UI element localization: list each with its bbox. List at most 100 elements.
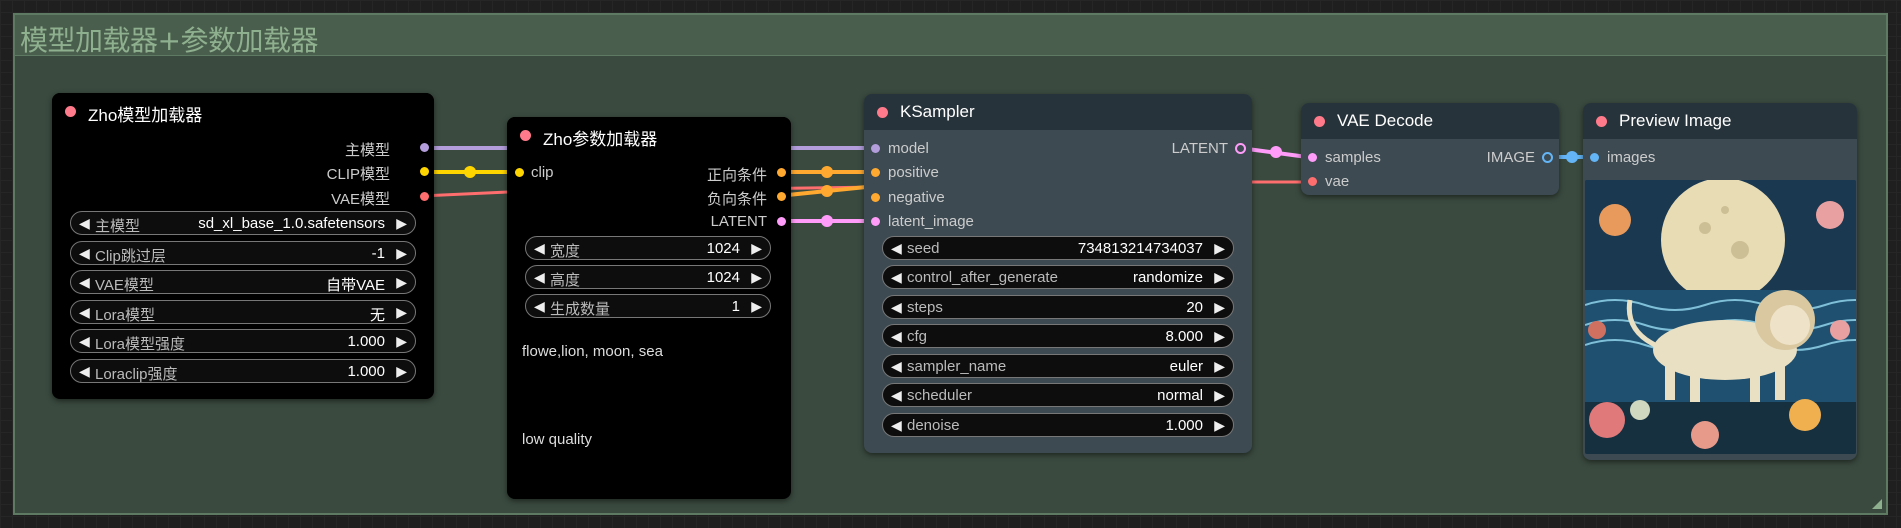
increment-arrow-icon[interactable]: ▶	[396, 304, 407, 321]
increment-arrow-icon[interactable]: ▶	[396, 333, 407, 350]
group-title: 模型加载器+参数加载器	[20, 24, 318, 57]
output-slot-latent[interactable]	[1235, 143, 1246, 154]
decrement-arrow-icon[interactable]: ◀	[534, 240, 545, 257]
param-loader-node[interactable]: Zho参数加载器 clip 正向条件 负向条件 LATENT ◀ 宽度 1024…	[507, 117, 791, 499]
input-slot-samples[interactable]	[1308, 153, 1317, 162]
node-title: Preview Image	[1619, 111, 1732, 130]
param-loader-title-bar[interactable]: Zho参数加载器	[507, 117, 791, 153]
input-slot-images[interactable]	[1590, 153, 1599, 162]
decrement-arrow-icon[interactable]: ◀	[79, 363, 90, 380]
decrement-arrow-icon[interactable]: ◀	[891, 387, 902, 404]
output-label-vae: VAE模型	[331, 191, 390, 208]
group-title-bar[interactable]: 模型加载器+参数加载器	[15, 15, 1886, 57]
widget-vae-model[interactable]: ◀ VAE模型 自带VAE ▶	[70, 270, 416, 294]
widget-label: VAE模型	[95, 277, 154, 294]
widget-value: 无	[369, 307, 385, 324]
collapse-dot-icon[interactable]	[877, 107, 888, 118]
decrement-arrow-icon[interactable]: ◀	[891, 358, 902, 375]
widget-label: sampler_name	[907, 358, 1007, 375]
increment-arrow-icon[interactable]: ▶	[1214, 328, 1225, 345]
increment-arrow-icon[interactable]: ▶	[751, 269, 762, 286]
collapse-dot-icon[interactable]	[1596, 116, 1607, 127]
increment-arrow-icon[interactable]: ▶	[396, 274, 407, 291]
output-slot-model[interactable]	[420, 143, 429, 152]
widget-sampler-name[interactable]: ◀ sampler_name euler ▶	[882, 354, 1234, 378]
widget-main-model[interactable]: ◀ 主模型 sd_xl_base_1.0.safetensors ▶	[70, 211, 416, 235]
collapse-dot-icon[interactable]	[1314, 116, 1325, 127]
negative-prompt-textarea[interactable]: low quality	[522, 431, 592, 448]
node-title: VAE Decode	[1337, 111, 1434, 130]
decrement-arrow-icon[interactable]: ◀	[79, 215, 90, 232]
decrement-arrow-icon[interactable]: ◀	[79, 333, 90, 350]
preview-image[interactable]	[1585, 180, 1856, 454]
output-slot-image[interactable]	[1542, 152, 1553, 163]
output-slot-clip[interactable]	[420, 167, 429, 176]
increment-arrow-icon[interactable]: ▶	[1214, 299, 1225, 316]
increment-arrow-icon[interactable]: ▶	[751, 298, 762, 315]
decrement-arrow-icon[interactable]: ◀	[891, 269, 902, 286]
decrement-arrow-icon[interactable]: ◀	[79, 274, 90, 291]
increment-arrow-icon[interactable]: ▶	[396, 215, 407, 232]
output-label-latent: LATENT	[1171, 140, 1228, 157]
decrement-arrow-icon[interactable]: ◀	[534, 298, 545, 315]
group-resize-handle[interactable]	[1872, 499, 1882, 509]
widget-width[interactable]: ◀ 宽度 1024 ▶	[525, 236, 771, 260]
decrement-arrow-icon[interactable]: ◀	[891, 240, 902, 257]
output-label-image: IMAGE	[1486, 149, 1535, 166]
input-slot-negative[interactable]	[871, 193, 880, 202]
widget-lora-model-strength[interactable]: ◀ Lora模型强度 1.000 ▶	[70, 329, 416, 353]
increment-arrow-icon[interactable]: ▶	[1214, 269, 1225, 286]
model-loader-node[interactable]: Zho模型加载器 主模型 CLIP模型 VAE模型 ◀ 主模型 sd_xl_ba…	[52, 93, 434, 399]
preview-image-title-bar[interactable]: Preview Image	[1583, 103, 1857, 139]
model-loader-title-bar[interactable]: Zho模型加载器	[52, 93, 434, 129]
input-label-model: model	[888, 140, 929, 157]
increment-arrow-icon[interactable]: ▶	[751, 240, 762, 257]
widget-batch-count[interactable]: ◀ 生成数量 1 ▶	[525, 294, 771, 318]
input-slot-positive[interactable]	[871, 168, 880, 177]
output-slot-vae[interactable]	[420, 192, 429, 201]
output-slot-positive[interactable]	[777, 168, 786, 177]
widget-seed[interactable]: ◀ seed 734813214734037 ▶	[882, 236, 1234, 260]
widget-height[interactable]: ◀ 高度 1024 ▶	[525, 265, 771, 289]
widget-scheduler[interactable]: ◀ scheduler normal ▶	[882, 383, 1234, 407]
increment-arrow-icon[interactable]: ▶	[1214, 358, 1225, 375]
decrement-arrow-icon[interactable]: ◀	[79, 245, 90, 262]
widget-denoise[interactable]: ◀ denoise 1.000 ▶	[882, 413, 1234, 437]
widget-label: scheduler	[907, 387, 973, 404]
input-slot-clip[interactable]	[515, 168, 524, 177]
widget-label: seed	[907, 240, 940, 257]
decrement-arrow-icon[interactable]: ◀	[79, 304, 90, 321]
collapse-dot-icon[interactable]	[520, 130, 531, 141]
widget-lora-clip-strength[interactable]: ◀ Loraclip强度 1.000 ▶	[70, 359, 416, 383]
output-slot-negative[interactable]	[777, 192, 786, 201]
node-title: Zho模型加载器	[88, 106, 203, 125]
decrement-arrow-icon[interactable]: ◀	[891, 328, 902, 345]
widget-label: Lora模型强度	[95, 336, 186, 353]
ksampler-node[interactable]: KSampler model positive negative latent_…	[864, 94, 1252, 453]
widget-cfg[interactable]: ◀ cfg 8.000 ▶	[882, 324, 1234, 348]
decrement-arrow-icon[interactable]: ◀	[891, 299, 902, 316]
increment-arrow-icon[interactable]: ▶	[1214, 240, 1225, 257]
ksampler-title-bar[interactable]: KSampler	[864, 94, 1252, 130]
output-label-clip: CLIP模型	[326, 166, 390, 183]
output-slot-latent[interactable]	[777, 217, 786, 226]
vae-decode-node[interactable]: VAE Decode samples vae IMAGE	[1301, 103, 1559, 195]
widget-steps[interactable]: ◀ steps 20 ▶	[882, 295, 1234, 319]
decrement-arrow-icon[interactable]: ◀	[891, 417, 902, 434]
input-label-negative: negative	[888, 189, 945, 206]
increment-arrow-icon[interactable]: ▶	[396, 363, 407, 380]
increment-arrow-icon[interactable]: ▶	[1214, 387, 1225, 404]
widget-lora-model[interactable]: ◀ Lora模型 无 ▶	[70, 300, 416, 324]
widget-value: 8.000	[1165, 328, 1203, 345]
positive-prompt-textarea[interactable]: flowe,lion, moon, sea	[522, 343, 663, 360]
widget-control-after-generate[interactable]: ◀ control_after_generate randomize ▶	[882, 265, 1234, 289]
increment-arrow-icon[interactable]: ▶	[396, 245, 407, 262]
vae-decode-title-bar[interactable]: VAE Decode	[1301, 103, 1559, 139]
widget-clip-skip[interactable]: ◀ Clip跳过层 -1 ▶	[70, 241, 416, 265]
increment-arrow-icon[interactable]: ▶	[1214, 417, 1225, 434]
decrement-arrow-icon[interactable]: ◀	[534, 269, 545, 286]
input-slot-latent-image[interactable]	[871, 217, 880, 226]
input-slot-model[interactable]	[871, 144, 880, 153]
collapse-dot-icon[interactable]	[65, 106, 76, 117]
input-slot-vae[interactable]	[1308, 177, 1317, 186]
